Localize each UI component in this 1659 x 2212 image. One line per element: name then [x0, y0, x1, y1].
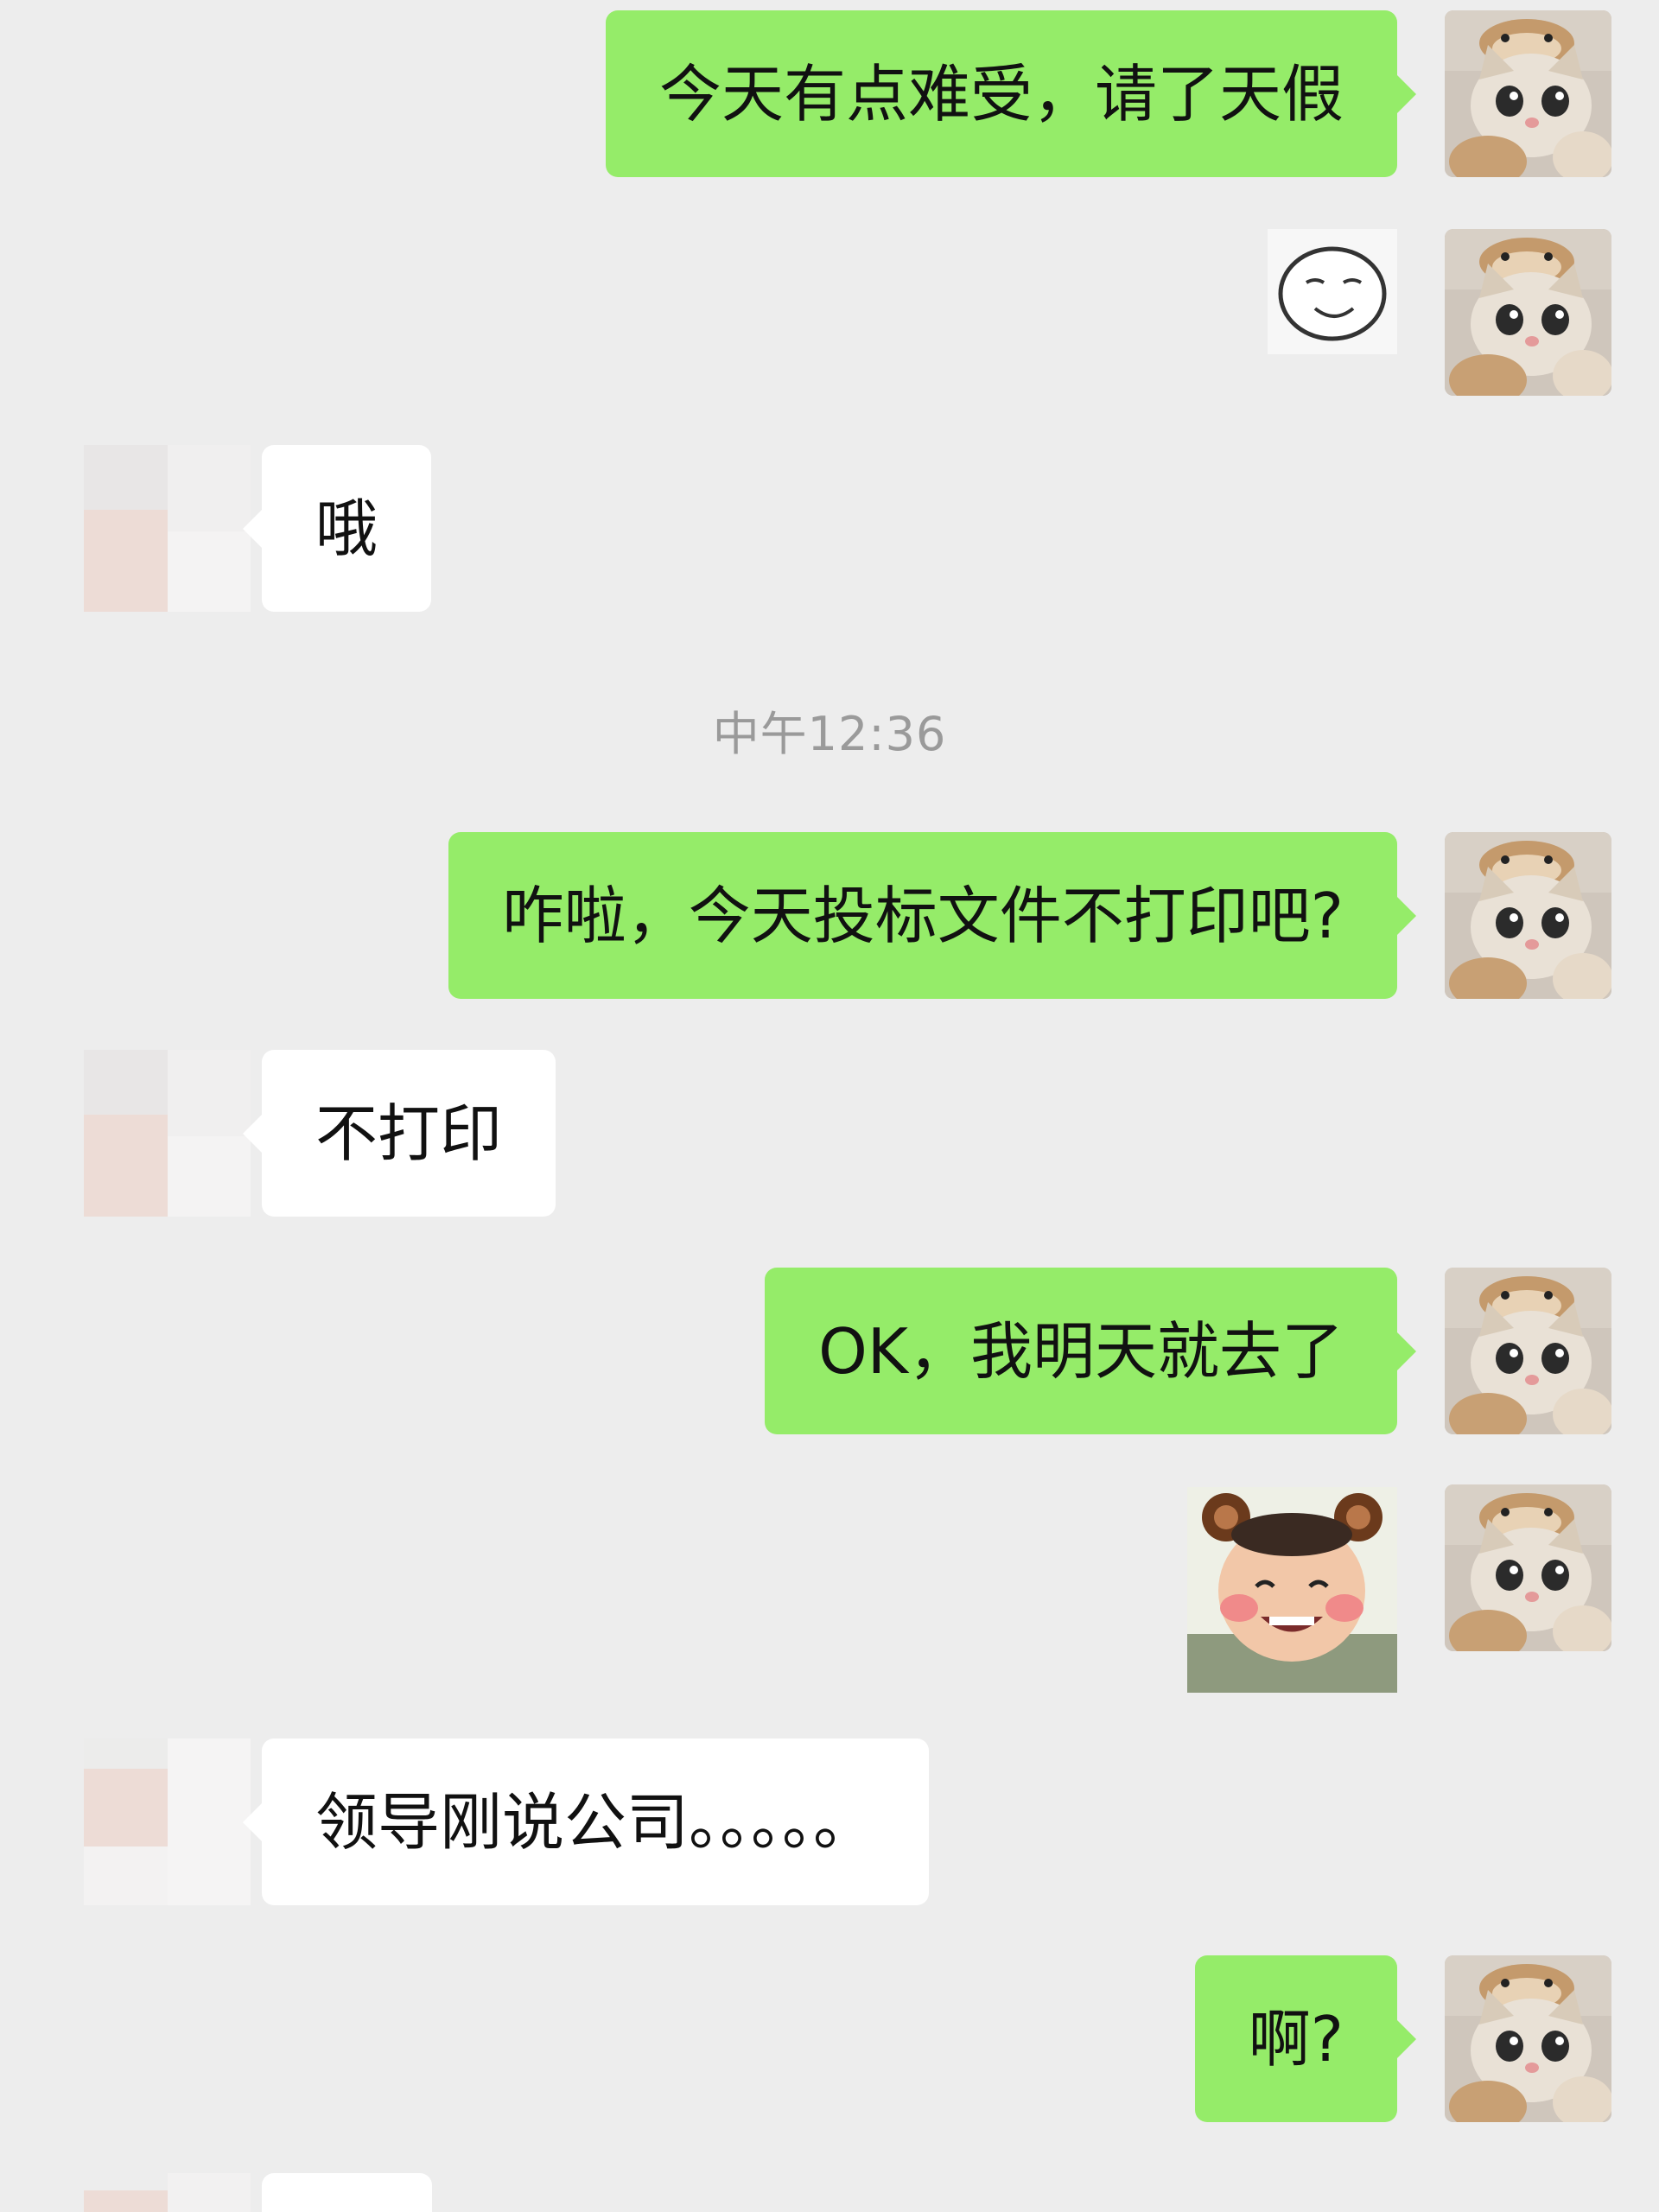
- smiling-face-doodle-sticker[interactable]: [1268, 229, 1397, 354]
- my-message-bubble[interactable]: 咋啦，今天投标文件不打印吧?: [448, 832, 1417, 999]
- blurred-avatar-icon[interactable]: [84, 1050, 251, 1217]
- blurred-avatar-icon[interactable]: [84, 445, 251, 612]
- other-message-bubble-partial[interactable]: [262, 2173, 432, 2212]
- other-message-bubble[interactable]: 哦: [242, 445, 432, 612]
- blurred-avatar-icon[interactable]: [84, 2173, 251, 2212]
- cat-avatar-icon[interactable]: [1445, 1268, 1611, 1434]
- my-message-bubble[interactable]: OK，我明天就去了: [765, 1268, 1416, 1434]
- message-timestamp: 中午12:36: [712, 707, 947, 761]
- cat-avatar-icon[interactable]: [1445, 10, 1611, 177]
- cat-avatar-icon[interactable]: [1445, 1955, 1611, 2122]
- other-message-bubble[interactable]: 领导刚说公司。。。。。: [242, 1738, 930, 1905]
- other-message-bubble[interactable]: 不打印: [242, 1050, 556, 1217]
- cat-avatar-icon[interactable]: [1445, 832, 1611, 999]
- bear-ears-baby-sticker[interactable]: [1187, 1487, 1397, 1693]
- my-message-bubble[interactable]: 啊?: [1194, 1955, 1417, 2122]
- cat-avatar-icon[interactable]: [1445, 229, 1611, 396]
- cat-avatar-icon[interactable]: [1445, 1484, 1611, 1651]
- my-message-bubble[interactable]: 今天有点难受，请了天假: [605, 10, 1417, 177]
- blurred-avatar-icon[interactable]: [84, 1738, 251, 1905]
